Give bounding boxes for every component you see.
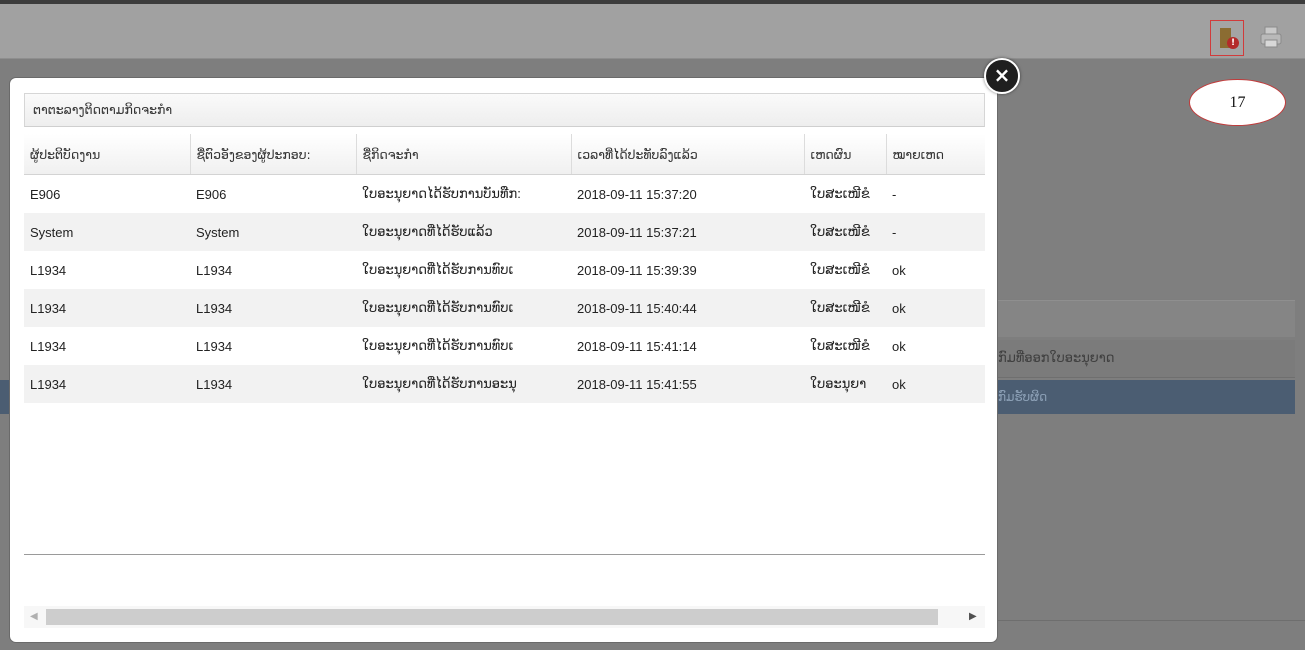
cell-timestamp: 2018-09-11 15:37:20 xyxy=(577,186,697,202)
column-header-reason[interactable]: ເຫດຜົນ xyxy=(804,134,887,175)
scrollbar-thumb[interactable] xyxy=(46,609,938,625)
horizontal-scrollbar[interactable]: ◀ ▶ xyxy=(24,606,985,628)
cell-reason: ໃບສະເໜີຂໍ xyxy=(804,213,886,251)
cell-timestamp: 2018-09-11 15:41:14 xyxy=(577,338,697,354)
cell-operator: E906 xyxy=(30,186,61,202)
activity-table-container: ຜູ້ປະຕິບັດງານ ຊື່ຕົວອັງຂອງຜູ້ປະກອບ: ຊື່ກ… xyxy=(24,134,985,554)
table-bottom-divider xyxy=(24,554,985,555)
cell-note: ok xyxy=(892,262,906,278)
cell-timestamp: 2018-09-11 15:37:21 xyxy=(571,213,804,251)
column-header-activity[interactable]: ຊື່ກິດຈະກໍາ xyxy=(356,134,572,175)
cell-activity: ໃບອະນຸຍາດທີ່ໄດ້ຮັບແລ້ວ xyxy=(356,213,571,251)
scroll-right-icon[interactable]: ▶ xyxy=(969,610,981,624)
activity-table: ຜູ້ປະຕິບັດງານ ຊື່ຕົວອັງຂອງຜູ້ປະກອບ: ຊື່ກ… xyxy=(24,134,985,403)
cell-activity: ໃບອະນຸຍາດໄດ້ຮັບການບັນທືກ: xyxy=(362,186,521,201)
table-header-row: ຜູ້ປະຕິບັດງານ ຊື່ຕົວອັງຂອງຜູ້ປະກອບ: ຊື່ກ… xyxy=(24,134,985,175)
background-selected-row-edge xyxy=(0,380,10,414)
top-toolbar xyxy=(0,4,1305,59)
cell-timestamp: 2018-09-11 15:39:39 xyxy=(577,262,697,278)
cell-operator-name: L1934 xyxy=(196,262,233,278)
table-row[interactable]: L1934 L1934 ໃບອະນຸຍາດທີ່ໄດ້ຮັບການທົບເ 20… xyxy=(24,327,985,365)
cell-timestamp: 2018-09-11 15:40:44 xyxy=(571,289,804,327)
column-header-operator-name[interactable]: ຊື່ຕົວອັງຂອງຜູ້ປະກອບ: xyxy=(190,134,357,175)
cell-operator-name: L1934 xyxy=(196,338,233,354)
cell-reason: ໃບອະນຸຍາ xyxy=(804,365,886,403)
cell-note: - xyxy=(892,186,897,202)
table-row[interactable]: L1934 L1934 ໃບອະນຸຍາດທີ່ໄດ້ຮັບການທົບເ 20… xyxy=(24,251,985,289)
cell-operator: L1934 xyxy=(24,365,190,403)
cell-activity: ໃບອະນຸຍາດທີ່ໄດ້ຮັບການທົບເ xyxy=(362,338,514,353)
cell-operator-name: L1934 xyxy=(190,365,356,403)
cell-operator-name: E906 xyxy=(196,186,227,202)
table-row[interactable]: L1934 L1934 ໃບອະນຸຍາດທີ່ໄດ້ຮັບການອະນຸ 20… xyxy=(24,365,985,403)
cell-reason: ໃບສະເໜີຂໍ xyxy=(810,338,870,353)
column-header-timestamp[interactable]: ເວລາທີ່ໄດ້ປະທັບລົງແລ້ວ xyxy=(571,134,805,175)
background-section-band xyxy=(990,300,1295,337)
cell-operator: System xyxy=(24,213,190,251)
table-row[interactable]: L1934 L1934 ໃບອະນຸຍາດທີ່ໄດ້ຮັບການທົບເ 20… xyxy=(24,289,985,327)
cell-activity: ໃບອະນຸຍາດທີ່ໄດ້ຮັບການອະນຸ xyxy=(356,365,571,403)
cell-operator-name: System xyxy=(190,213,356,251)
cell-operator-name: L1934 xyxy=(190,289,356,327)
cell-note: ok xyxy=(886,289,985,327)
cell-activity: ໃບອະນຸຍາດທີ່ໄດ້ຮັບການທົບເ xyxy=(362,262,514,277)
cell-operator: L1934 xyxy=(30,262,67,278)
annotation-callout: 17 xyxy=(1189,79,1286,126)
cell-operator: L1934 xyxy=(30,338,67,354)
side-item-responsible-department[interactable]: ກົມຮັບຜິດ xyxy=(990,380,1295,414)
table-row[interactable]: System System ໃບອະນຸຍາດທີ່ໄດ້ຮັບແລ້ວ 201… xyxy=(24,213,985,251)
warning-document-icon[interactable]: ! xyxy=(1210,20,1244,56)
cell-note: ok xyxy=(892,338,906,354)
cell-reason: ໃບສະເໜີຂໍ xyxy=(810,186,870,201)
column-header-note[interactable]: ໝາຍເຫດ xyxy=(886,134,985,175)
cell-timestamp: 2018-09-11 15:41:55 xyxy=(571,365,804,403)
panel-title: ຕາຕະລາງຕິດຕາມກິດຈະກໍາ xyxy=(24,93,985,127)
background-divider xyxy=(990,620,1305,621)
printer-icon[interactable] xyxy=(1258,24,1284,50)
close-icon[interactable]: × xyxy=(984,58,1020,94)
cell-operator: L1934 xyxy=(24,289,190,327)
side-item-issuing-department[interactable]: ກົມທີ່ອອກໃບອະນຸຍາດ xyxy=(990,340,1295,378)
table-row[interactable]: E906 E906 ໃບອະນຸຍາດໄດ້ຮັບການບັນທືກ: 2018… xyxy=(24,175,985,214)
cell-note: - xyxy=(886,213,985,251)
cell-reason: ໃບສະເໜີຂໍ xyxy=(804,289,886,327)
cell-note: ok xyxy=(886,365,985,403)
cell-activity: ໃບອະນຸຍາດທີ່ໄດ້ຮັບການທົບເ xyxy=(356,289,571,327)
cell-reason: ໃບສະເໜີຂໍ xyxy=(810,262,870,277)
scroll-left-icon[interactable]: ◀ xyxy=(30,610,42,624)
column-header-operator[interactable]: ຜູ້ປະຕິບັດງານ xyxy=(24,134,191,175)
